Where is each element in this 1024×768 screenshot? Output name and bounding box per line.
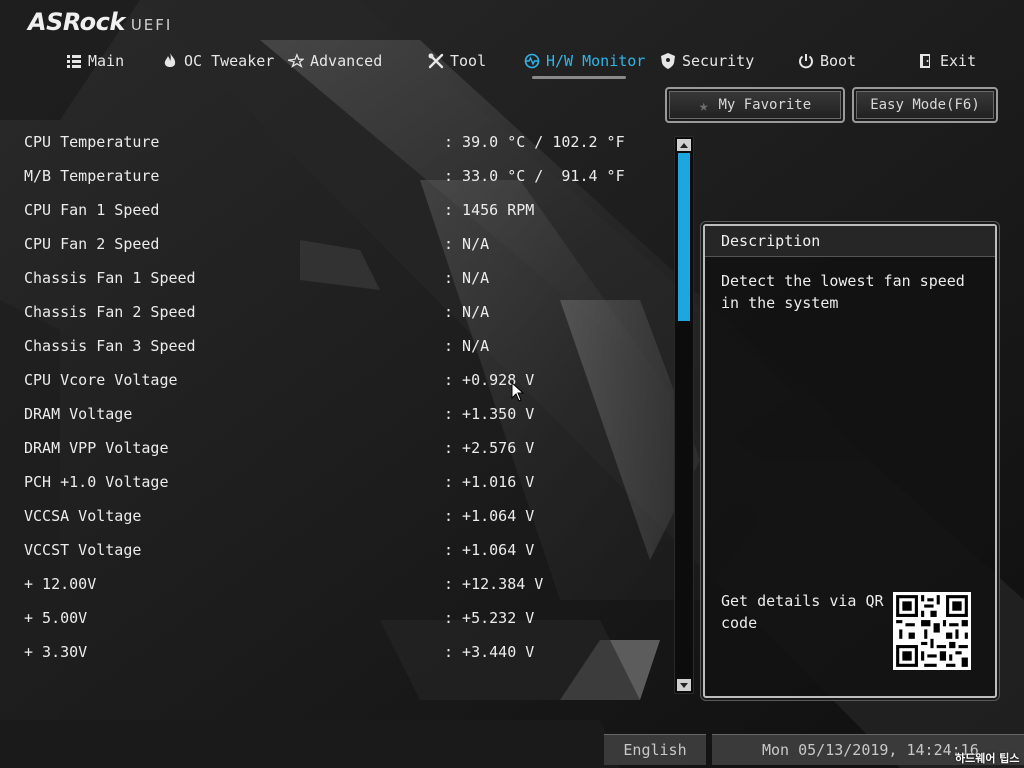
description-text: Detect the lowest fan speed in the syste… bbox=[721, 272, 965, 312]
row-value: : N/A bbox=[444, 337, 490, 355]
tab-hw-monitor-label: H/W Monitor bbox=[546, 52, 646, 70]
exit-icon bbox=[918, 53, 934, 69]
row-label: + 12.00V bbox=[24, 575, 97, 593]
row-value: : +5.232 V bbox=[444, 609, 535, 627]
monitor-row[interactable]: DRAM VPP Voltage : +2.576 V bbox=[0, 433, 670, 463]
tab-main-label: Main bbox=[88, 52, 125, 70]
row-label: CPU Temperature bbox=[24, 133, 160, 151]
qr-code bbox=[893, 592, 971, 670]
row-label: PCH +1.0 Voltage bbox=[24, 473, 169, 491]
easy-mode-label: Easy Mode(F6) bbox=[870, 97, 980, 113]
tab-exit-label: Exit bbox=[940, 52, 977, 70]
monitor-row[interactable]: VCCST Voltage : +1.064 V bbox=[0, 535, 670, 565]
monitor-row[interactable]: Chassis Fan 3 Speed : N/A bbox=[0, 331, 670, 361]
row-value: : +12.384 V bbox=[444, 575, 544, 593]
row-value: : 33.0 °C / 91.4 °F bbox=[444, 167, 625, 185]
monitor-icon bbox=[524, 53, 540, 69]
star-icon bbox=[288, 53, 304, 69]
tab-security[interactable]: Security bbox=[660, 48, 754, 74]
row-value: : 39.0 °C / 102.2 °F bbox=[444, 133, 625, 151]
watermark: 하드웨어 팁스 bbox=[955, 752, 1020, 765]
my-favorite-label: My Favorite bbox=[718, 97, 812, 113]
monitor-row[interactable]: CPU Fan 1 Speed : 1456 RPM bbox=[0, 195, 670, 225]
scroll-down-button[interactable] bbox=[677, 679, 691, 691]
mouse-pointer-icon bbox=[511, 382, 525, 402]
row-label: CPU Fan 2 Speed bbox=[24, 235, 160, 253]
logo-brand: ASRock bbox=[28, 8, 125, 36]
datetime-text: Mon 05/13/2019, 14:24:16 bbox=[762, 741, 979, 759]
top-navigation: Main OC Tweaker Advanced Tool H/W Monito… bbox=[0, 48, 1024, 78]
row-label: Chassis Fan 3 Speed bbox=[24, 337, 196, 355]
tab-advanced[interactable]: Advanced bbox=[288, 48, 382, 74]
my-favorite-button[interactable]: ★ My Favorite bbox=[665, 87, 845, 123]
tab-hw-monitor[interactable]: H/W Monitor bbox=[524, 48, 645, 74]
row-value: : +1.064 V bbox=[444, 507, 535, 525]
tab-tool-label: Tool bbox=[450, 52, 487, 70]
easy-mode-button[interactable]: Easy Mode(F6) bbox=[852, 87, 998, 123]
qr-caption: Get details via QR code bbox=[721, 592, 884, 632]
monitor-row[interactable]: DRAM Voltage : +1.350 V bbox=[0, 399, 670, 429]
row-label: + 5.00V bbox=[24, 609, 88, 627]
row-value: : N/A bbox=[444, 269, 490, 287]
row-value: : 1456 RPM bbox=[444, 201, 535, 219]
monitor-row[interactable]: CPU Vcore Voltage: +0.928 V bbox=[0, 365, 670, 395]
monitor-row[interactable]: CPU Temperature : 39.0 °C / 102.2 °F bbox=[0, 127, 670, 157]
row-value: : +1.350 V bbox=[444, 405, 535, 423]
tab-boot[interactable]: Boot bbox=[798, 48, 856, 74]
shield-icon bbox=[660, 53, 676, 69]
tab-oc-tweaker-label: OC Tweaker bbox=[184, 52, 275, 70]
list-icon bbox=[66, 53, 82, 69]
arrow-down-icon bbox=[680, 682, 688, 688]
monitor-row[interactable]: + 5.00V : +5.232 V bbox=[0, 603, 670, 633]
row-value: : +1.064 V bbox=[444, 541, 535, 559]
power-icon bbox=[798, 53, 814, 69]
row-value: : +2.576 V bbox=[444, 439, 535, 457]
row-value: : +1.016 V bbox=[444, 473, 535, 491]
row-label: VCCST Voltage bbox=[24, 541, 142, 559]
arrow-up-icon bbox=[680, 142, 688, 148]
tab-exit[interactable]: Exit bbox=[918, 48, 976, 74]
row-value: : N/A bbox=[444, 235, 490, 253]
tab-tool[interactable]: Tool bbox=[428, 48, 486, 74]
logo-uefi: UEFI bbox=[130, 16, 173, 34]
tab-security-label: Security bbox=[682, 52, 755, 70]
flame-icon bbox=[162, 53, 178, 69]
row-label: CPU Vcore Voltage bbox=[24, 371, 178, 389]
monitor-row[interactable]: + 3.30V : +3.440 V bbox=[0, 637, 670, 667]
active-tab-indicator bbox=[532, 76, 626, 79]
monitor-row[interactable]: VCCSA Voltage : +1.064 V bbox=[0, 501, 670, 531]
description-panel: Description Detect the lowest fan speed … bbox=[703, 224, 997, 698]
list-scrollbar[interactable] bbox=[674, 136, 694, 694]
tab-main[interactable]: Main bbox=[66, 48, 124, 74]
monitor-row[interactable]: + 12.00V : +12.384 V bbox=[0, 569, 670, 599]
language-selector[interactable]: English bbox=[604, 734, 706, 765]
monitor-row[interactable]: Chassis Fan 1 Speed : N/A bbox=[0, 263, 670, 293]
monitor-row[interactable]: PCH +1.0 Voltage : +1.016 V bbox=[0, 467, 670, 497]
row-label: M/B Temperature bbox=[24, 167, 160, 185]
scroll-up-button[interactable] bbox=[677, 139, 691, 151]
row-label: DRAM Voltage bbox=[24, 405, 133, 423]
monitor-row[interactable]: M/B Temperature : 33.0 °C / 91.4 °F bbox=[0, 161, 670, 191]
tools-icon bbox=[428, 53, 444, 69]
tab-boot-label: Boot bbox=[820, 52, 857, 70]
row-value: : +3.440 V bbox=[444, 643, 535, 661]
tab-advanced-label: Advanced bbox=[310, 52, 383, 70]
scroll-thumb[interactable] bbox=[678, 153, 690, 321]
description-header: Description bbox=[705, 226, 995, 257]
row-label: + 3.30V bbox=[24, 643, 88, 661]
tab-oc-tweaker[interactable]: OC Tweaker bbox=[162, 48, 274, 74]
row-label: VCCSA Voltage bbox=[24, 507, 142, 525]
row-label: CPU Fan 1 Speed bbox=[24, 201, 160, 219]
row-label: Chassis Fan 2 Speed bbox=[24, 303, 196, 321]
row-label: DRAM VPP Voltage bbox=[24, 439, 169, 457]
description-title: Description bbox=[721, 232, 821, 250]
asrock-logo: ASRock UEFI bbox=[28, 8, 172, 38]
star-icon: ★ bbox=[698, 95, 709, 115]
monitor-row[interactable]: Chassis Fan 2 Speed : N/A bbox=[0, 297, 670, 327]
row-label: Chassis Fan 1 Speed bbox=[24, 269, 196, 287]
monitor-row[interactable]: CPU Fan 2 Speed : N/A bbox=[0, 229, 670, 259]
row-value: : N/A bbox=[444, 303, 490, 321]
language-label: English bbox=[623, 741, 687, 759]
